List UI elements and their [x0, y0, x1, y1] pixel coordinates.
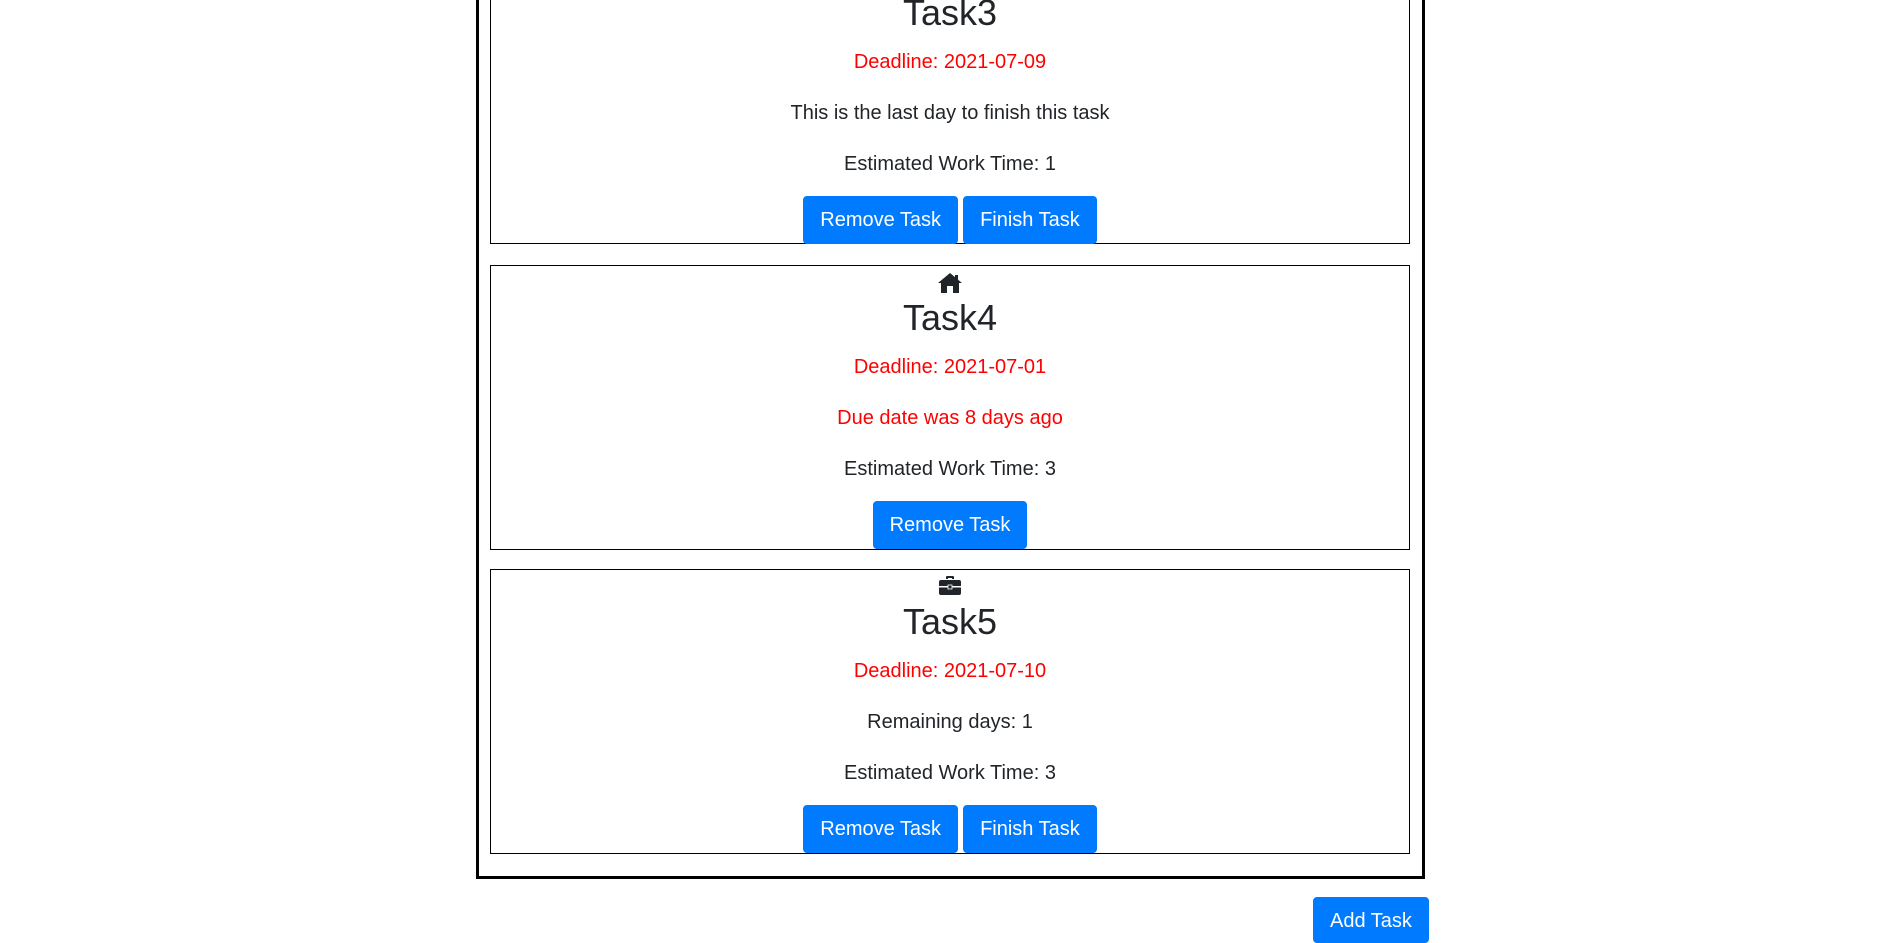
remove-task-button[interactable]: Remove Task	[872, 501, 1028, 549]
home-icon	[491, 272, 1409, 294]
remove-task-button[interactable]: Remove Task	[803, 196, 959, 244]
task-card: Task3 Deadline: 2021-07-09 This is the l…	[490, 0, 1410, 244]
task-work-time: Estimated Work Time: 3	[844, 458, 1056, 480]
task-status: Due date was 8 days ago	[837, 407, 1063, 429]
task-title: Task5	[902, 601, 998, 642]
task-work-time: Estimated Work Time: 3	[844, 762, 1056, 784]
task-deadline: Deadline: 2021-07-09	[853, 51, 1047, 73]
briefcase-icon	[491, 576, 1409, 598]
task-work-time: Estimated Work Time: 1	[844, 153, 1056, 175]
finish-task-button[interactable]: Finish Task	[963, 196, 1097, 244]
task-title: Task4	[902, 297, 998, 338]
task-deadline: Deadline: 2021-07-10	[853, 660, 1047, 682]
remove-task-button[interactable]: Remove Task	[803, 805, 959, 853]
task-status: This is the last day to finish this task	[790, 102, 1110, 124]
task-card: Task5 Deadline: 2021-07-10 Remaining day…	[490, 569, 1410, 854]
task-title: Task3	[902, 0, 998, 33]
task-deadline: Deadline: 2021-07-01	[853, 356, 1047, 378]
add-task-button[interactable]: Add Task	[1313, 897, 1429, 943]
task-status: Remaining days: 1	[867, 711, 1033, 733]
finish-task-button[interactable]: Finish Task	[963, 805, 1097, 853]
task-card: Task4 Deadline: 2021-07-01 Due date was …	[490, 265, 1410, 550]
